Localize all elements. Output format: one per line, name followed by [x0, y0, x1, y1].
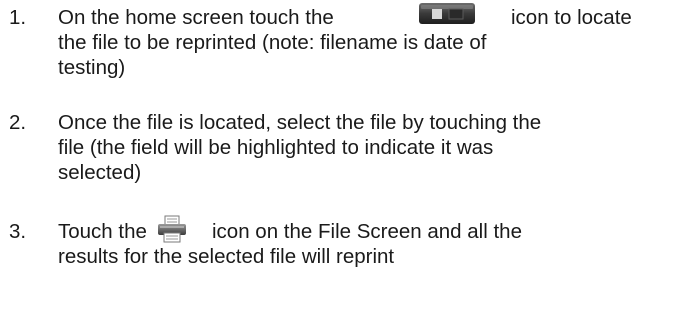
instruction-list: 1. On the home screen touch the icon to …: [0, 0, 686, 312]
step-2-line-3: selected): [58, 161, 142, 184]
step-3-text-after-icon: icon on the File Screen and all the: [212, 220, 522, 243]
step-1-line-1: On the home screen touch the: [58, 6, 334, 30]
step-3-text-before-icon: Touch the: [58, 220, 147, 243]
printer-icon: [156, 214, 188, 244]
step-number: 1.: [9, 6, 27, 29]
step-number: 2.: [9, 111, 27, 134]
step-1-line-2: the file to be reprinted (note: filename…: [58, 31, 487, 54]
step-3-line-1-cont: icon on the File Screen and all the: [212, 220, 522, 244]
battery-file-icon: [418, 0, 476, 26]
step-2-line-2: file (the field will be highlighted to i…: [58, 136, 494, 159]
step-1-text-before-icon: On the home screen touch the: [58, 6, 334, 29]
step-2-line-1: Once the file is located, select the fil…: [58, 111, 542, 134]
step-3-line-2: results for the selected file will repri…: [58, 245, 395, 268]
step-1-line-3: testing): [58, 56, 126, 79]
step-number: 3.: [9, 220, 27, 243]
step-3-line-1: Touch the: [58, 220, 147, 244]
step-1-line-1-cont: icon to locate: [511, 6, 632, 30]
step-1-text-after-icon: icon to locate: [511, 6, 632, 29]
